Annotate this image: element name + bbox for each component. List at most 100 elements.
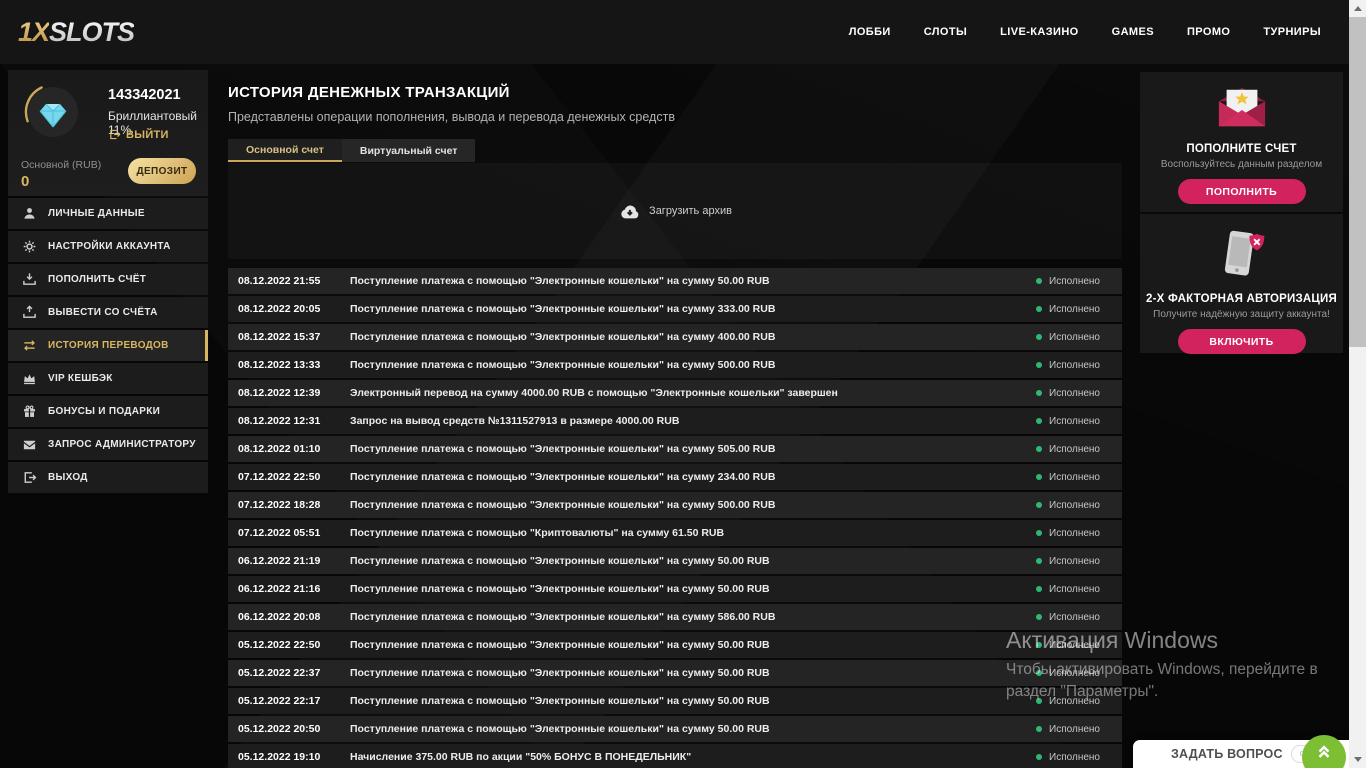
deposit-button[interactable]: ДЕПОЗИТ [128,158,196,184]
transaction-date: 08.12.2022 01:10 [238,443,340,455]
transaction-description: Начисление 375.00 RUB по акции "50% БОНУ… [350,751,1036,763]
status-label: Исполнено [1049,304,1100,315]
chat-label: ЗАДАТЬ ВОПРОС [1171,747,1283,761]
transaction-status: Исполнено [1036,276,1100,287]
transaction-date: 07.12.2022 18:28 [238,499,340,511]
status-label: Исполнено [1049,752,1100,763]
vertical-scrollbar [1349,0,1366,768]
scroll-up-button[interactable] [1349,0,1366,17]
transaction-description: Поступление платежа с помощью "Электронн… [350,695,1036,707]
page-subtitle: Представлены операции пополнения, вывода… [228,110,1122,124]
nav-item[interactable]: ПРОМО [1187,26,1230,38]
transaction-row: 08.12.2022 15:37 Поступление платежа с п… [228,324,1122,350]
transaction-date: 06.12.2022 20:08 [238,611,340,623]
transaction-description: Поступление платежа с помощью "Электронн… [350,723,1036,735]
chat-widget[interactable]: ЗАДАТЬ ВОПРОС on-line [1133,740,1349,768]
status-label: Исполнено [1049,472,1100,483]
status-dot-icon [1036,278,1042,284]
user-card: 143342021 Бриллиантовый 11% ВЫЙТИ Основн… [8,70,208,196]
promo-panel: ПОПОЛНИТЕ СЧЕТ Воспользуйтесь данным раз… [1140,72,1343,355]
nav-item[interactable]: ЛОББИ [849,26,891,38]
status-dot-icon [1036,390,1042,396]
transaction-row: 06.12.2022 21:16 Поступление платежа с п… [228,576,1122,602]
tab-virtual-account[interactable]: Виртуальный счет [342,139,476,162]
transaction-date: 08.12.2022 20:05 [238,303,340,315]
sidebar-menu-item[interactable]: ЛИЧНЫЕ ДАННЫЕ [8,198,208,229]
sidebar-menu-item[interactable]: БОНУСЫ И ПОДАРКИ [8,396,208,427]
deposit-icon [22,272,37,287]
archive-block: Загрузить архив [228,163,1122,259]
status-dot-icon [1036,502,1042,508]
scrollbar-thumb[interactable] [1349,17,1366,347]
transaction-row: 07.12.2022 18:28 Поступление платежа с п… [228,492,1122,518]
transaction-row: 06.12.2022 20:08 Поступление платежа с п… [228,604,1122,630]
status-label: Исполнено [1049,332,1100,343]
logo-part-1x: 1X [18,17,49,47]
crown-icon [22,371,37,386]
transaction-row: 05.12.2022 22:50 Поступление платежа с п… [228,632,1122,658]
transaction-description: Поступление платежа с помощью "Электронн… [350,443,1036,455]
sidebar-menu-item[interactable]: НАСТРОЙКИ АККАУНТА [8,231,208,262]
nav-item[interactable]: GAMES [1112,26,1154,38]
transaction-description: Поступление платежа с помощью "Электронн… [350,499,1036,511]
status-dot-icon [1036,642,1042,648]
sidebar-menu-item[interactable]: ВЫХОД [8,462,208,493]
transaction-description: Поступление платежа с помощью "Электронн… [350,583,1036,595]
transaction-row: 08.12.2022 01:10 Поступление платежа с п… [228,436,1122,462]
top-up-button[interactable]: ПОПОЛНИТЬ [1178,179,1306,204]
logo-part-slots: SLOTS [49,17,134,47]
user-id: 143342021 [108,87,181,103]
person-icon [22,206,37,221]
transaction-date: 08.12.2022 12:31 [238,415,340,427]
sidebar-menu-item[interactable]: ЗАПРОС АДМИНИСТРАТОРУ [8,429,208,460]
balance-value: 0 [21,173,29,190]
transfer-icon [22,338,37,353]
transaction-date: 05.12.2022 22:50 [238,639,340,651]
transaction-status: Исполнено [1036,416,1100,427]
gift-icon [22,404,37,419]
gears-icon [22,239,37,254]
sidebar-menu-item[interactable]: VIP КЕШБЭК [8,363,208,394]
promo-subtitle: Воспользуйтесь данным разделом [1140,159,1343,170]
sidebar-menu: ЛИЧНЫЕ ДАННЫЕ НАСТРОЙКИ АККАУНТА ПОПОЛНИ… [8,198,208,495]
main-nav: ЛОББИ СЛОТЫ LIVE-КАЗИНО GAMES ПРОМО ТУРН… [849,0,1321,64]
transaction-status: Исполнено [1036,556,1100,567]
transaction-description: Поступление платежа с помощью "Электронн… [350,667,1036,679]
transaction-status: Исполнено [1036,500,1100,511]
enable-2fa-button[interactable]: ВКЛЮЧИТЬ [1178,329,1306,354]
chat-expand-button[interactable] [1302,735,1346,768]
status-label: Исполнено [1049,388,1100,399]
transaction-status: Исполнено [1036,584,1100,595]
top-bar: 1XSLOTS ЛОББИ СЛОТЫ LIVE-КАЗИНО GAMES ПР… [0,0,1349,64]
transaction-description: Запрос на вывод средств №1311527913 в ра… [350,415,1036,427]
tab-main-account[interactable]: Основной счет [228,139,342,162]
transaction-status: Исполнено [1036,360,1100,371]
download-archive-button[interactable]: Загрузить архив [618,202,732,220]
sidebar-menu-item[interactable]: ВЫВЕСТИ СО СЧЁТА [8,297,208,328]
transaction-status: Исполнено [1036,724,1100,735]
nav-item[interactable]: LIVE-КАЗИНО [1000,26,1078,38]
status-label: Исполнено [1049,276,1100,287]
transaction-row: 08.12.2022 21:55 Поступление платежа с п… [228,268,1122,294]
transaction-description: Поступление платежа с помощью "Электронн… [350,611,1036,623]
transaction-date: 05.12.2022 20:50 [238,723,340,735]
account-tabs: Основной счет Виртуальный счет [228,139,1122,162]
logout-link[interactable]: ВЫЙТИ [108,128,169,141]
balance-label: Основной (RUB) [21,159,101,171]
sidebar-menu-item[interactable]: ИСТОРИЯ ПЕРЕВОДОВ [8,330,208,361]
transaction-row: 05.12.2022 22:37 Поступление платежа с п… [228,660,1122,686]
sidebar-menu-item[interactable]: ПОПОЛНИТЬ СЧЁТ [8,264,208,295]
transaction-date: 06.12.2022 21:19 [238,555,340,567]
transaction-row: 05.12.2022 19:10 Начисление 375.00 RUB п… [228,744,1122,768]
site-logo[interactable]: 1XSLOTS [18,17,134,48]
page-title: ИСТОРИЯ ДЕНЕЖНЫХ ТРАНЗАКЦИЙ [228,84,1122,101]
transaction-description: Поступление платежа с помощью "Электронн… [350,331,1036,343]
nav-item[interactable]: СЛОТЫ [924,26,967,38]
status-dot-icon [1036,446,1042,452]
nav-item[interactable]: ТУРНИРЫ [1263,26,1321,38]
transaction-status: Исполнено [1036,612,1100,623]
scroll-down-button[interactable] [1349,751,1366,768]
transaction-status: Исполнено [1036,528,1100,539]
status-label: Исполнено [1049,416,1100,427]
archive-label: Загрузить архив [649,205,732,217]
